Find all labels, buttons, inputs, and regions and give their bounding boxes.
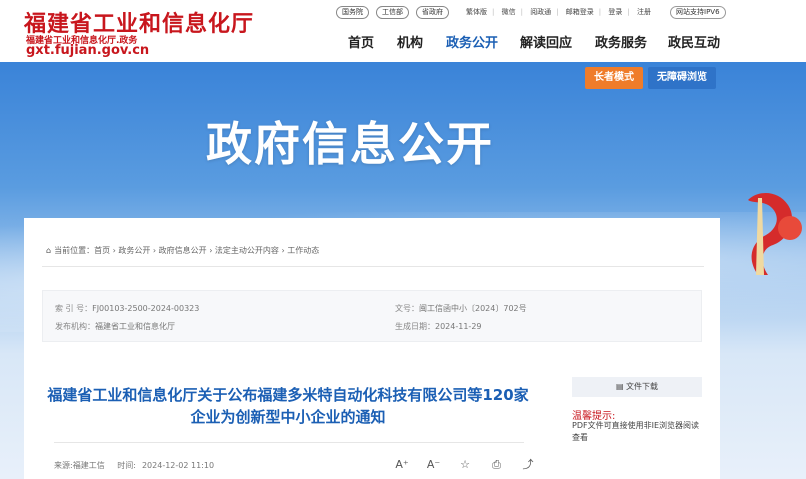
file-download-button[interactable]: ▤ 文件下载: [572, 377, 702, 397]
link-miit[interactable]: 工信部: [376, 6, 409, 19]
link-login[interactable]: 登录: [608, 8, 622, 16]
article-tools: A⁺ A⁻ ☆ ⎙ ⤴: [388, 456, 542, 472]
article-time: 2024-12-02 11:10: [141, 461, 215, 470]
link-register[interactable]: 注册: [637, 8, 651, 16]
nav-organization[interactable]: 机构: [397, 32, 423, 51]
elder-mode-button[interactable]: 长者模式: [585, 67, 643, 89]
nav-interaction[interactable]: 政民互动: [668, 32, 720, 51]
link-provincial-gov[interactable]: 省政府: [416, 6, 449, 19]
top-utility-links: 繁体版 | 微信 | 阅政通 | 邮箱登录 | 登录 | 注册: [466, 8, 651, 16]
site-header: 福建省工业和信息化厅 福建省工业和信息化厅.政务 gxt.fujian.gov.…: [0, 0, 806, 62]
divider: [42, 266, 704, 267]
print-icon[interactable]: ⎙: [483, 458, 511, 472]
link-wechat[interactable]: 微信: [502, 8, 516, 16]
document-meta-box: 索 引 号：FJ00103-2500-2024-00323 文号：闽工信函中小〔…: [42, 290, 702, 342]
link-mail-login[interactable]: 邮箱登录: [566, 8, 594, 16]
nav-government-affairs[interactable]: 政务公开: [446, 32, 498, 51]
breadcrumb: ⌂ 当前位置：首页 › 政务公开 › 政府信息公开 › 法定主动公开内容 › 工作…: [46, 245, 319, 256]
article-source: 福建工信: [72, 461, 105, 470]
location-icon: ⌂: [46, 246, 52, 255]
tip-body: PDF文件可直接使用非IE浏览器阅读查看: [572, 421, 699, 442]
nav-home[interactable]: 首页: [348, 32, 374, 51]
link-traditional[interactable]: 繁体版: [466, 8, 487, 16]
share-icon[interactable]: ⤴: [514, 456, 542, 472]
font-increase-icon[interactable]: A⁺: [388, 458, 416, 471]
meta-date: 生成日期：2024-11-29: [395, 322, 482, 331]
breadcrumb-path[interactable]: 首页 › 政务公开 › 政府信息公开 › 法定主动公开内容 › 工作动态: [94, 246, 319, 255]
banner-title: 政府信息公开: [206, 117, 494, 171]
meta-index: 索 引 号：FJ00103-2500-2024-00323: [55, 304, 200, 313]
nav-services[interactable]: 政务服务: [595, 32, 647, 51]
breadcrumb-label: 当前位置：: [54, 246, 95, 255]
link-state-council[interactable]: 国务院: [336, 6, 369, 19]
article-meta: 来源:福建工信 时间: 2024-12-02 11:10: [54, 461, 215, 470]
divider: [54, 442, 524, 443]
ipv6-badge: 网站支持IPV6: [670, 6, 726, 19]
site-domain: gxt.fujian.gov.cn: [26, 43, 150, 58]
meta-doc-number: 文号：闽工信函中小〔2024〕702号: [395, 304, 527, 313]
link-minzhengtong[interactable]: 阅政通: [530, 8, 551, 16]
content-panel: ⌂ 当前位置：首页 › 政务公开 › 政府信息公开 › 法定主动公开内容 › 工作…: [24, 218, 720, 479]
nav-interpretation[interactable]: 解读回应: [520, 32, 572, 51]
accessible-browse-button[interactable]: 无障碍浏览: [648, 67, 716, 89]
ribbon-emblem-icon: [748, 193, 802, 275]
article-title: 福建省工业和信息化厅关于公布福建多米特自动化科技有限公司等120家企业为创新型中…: [47, 386, 529, 426]
document-icon: ▤: [615, 382, 627, 391]
meta-publisher: 发布机构：福建省工业和信息化厅: [55, 322, 175, 331]
favorite-icon[interactable]: ☆: [451, 458, 479, 471]
page-banner: 长者模式 无障碍浏览 政府信息公开 ⌂ 当前位置：首页 › 政务公开 › 政府信息…: [0, 62, 806, 479]
font-decrease-icon[interactable]: A⁻: [420, 458, 448, 471]
